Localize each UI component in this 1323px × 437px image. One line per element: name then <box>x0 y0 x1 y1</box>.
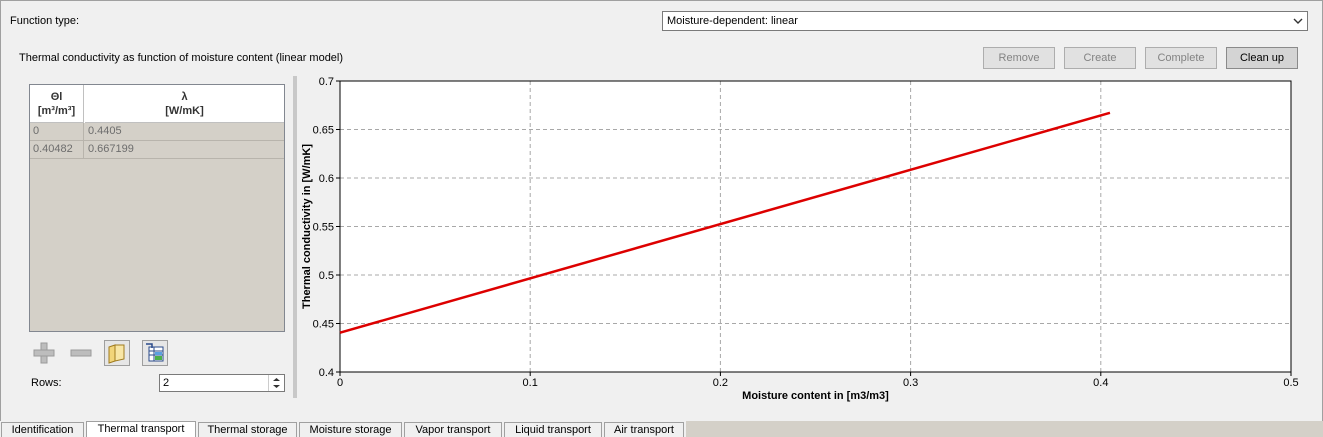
y-tick-label: 0.6 <box>319 173 334 185</box>
y-tick-label: 0.65 <box>313 125 334 137</box>
column-header-symbol: λ <box>181 91 188 103</box>
tab-thermal-transport[interactable]: Thermal transport <box>86 421 196 437</box>
tab-liquid-transport[interactable]: Liquid transport <box>504 422 602 437</box>
table-row[interactable]: 0.40482 0.667199 <box>30 141 284 159</box>
column-header-unit: [W/mK] <box>165 105 204 117</box>
tab-vapor-transport[interactable]: Vapor transport <box>404 422 502 437</box>
column-header-unit: [m³/m³] <box>37 105 76 117</box>
complete-button[interactable]: Complete <box>1145 47 1217 69</box>
table-cell[interactable]: 0.667199 <box>85 141 284 158</box>
function-type-label: Function type: <box>10 15 80 27</box>
column-header-moisture[interactable]: Θl [m³/m³] <box>30 85 84 123</box>
clean-up-button[interactable]: Clean up <box>1226 47 1298 69</box>
remove-row-icon[interactable] <box>68 340 94 366</box>
spin-arrows[interactable] <box>268 375 284 391</box>
x-axis-label: Moisture content in [m3/m3] <box>742 390 889 402</box>
table-cell[interactable]: 0.40482 <box>30 141 84 158</box>
y-tick-label: 0.45 <box>313 319 334 331</box>
x-tick-label: 0.5 <box>1283 377 1298 389</box>
y-tick-label: 0.5 <box>319 270 334 282</box>
y-axis-label: Thermal conductivity in [W/mK] <box>301 144 313 309</box>
y-tick-label: 0.7 <box>319 76 334 88</box>
rows-spinbox[interactable]: 2 <box>159 374 285 392</box>
x-tick-label: 0.1 <box>523 377 538 389</box>
x-tick-label: 0 <box>337 377 343 389</box>
function-type-combobox[interactable]: Moisture-dependent: linear <box>662 11 1308 31</box>
tab-bar-fill <box>686 421 1323 437</box>
y-tick-label: 0.55 <box>313 222 334 234</box>
rows-value: 2 <box>163 377 170 389</box>
x-tick-label: 0.4 <box>1093 377 1108 389</box>
tab-identification[interactable]: Identification <box>1 422 84 437</box>
y-tick-label: 0.4 <box>319 367 334 379</box>
column-header-lambda[interactable]: λ [W/mK] <box>85 85 284 123</box>
chevron-down-icon <box>1293 18 1303 24</box>
open-folder-icon[interactable] <box>104 340 130 366</box>
tab-bar: Identification Thermal transport Thermal… <box>0 421 1323 437</box>
table-header: Θl [m³/m³] λ [W/mK] <box>30 85 284 123</box>
table-cell[interactable]: 0 <box>30 123 84 140</box>
tab-thermal-storage[interactable]: Thermal storage <box>198 422 297 437</box>
remove-button[interactable]: Remove <box>983 47 1055 69</box>
add-row-icon[interactable] <box>31 340 57 366</box>
x-tick-label: 0.2 <box>713 377 728 389</box>
tab-air-transport[interactable]: Air transport <box>604 422 684 437</box>
tab-moisture-storage[interactable]: Moisture storage <box>299 422 402 437</box>
create-button[interactable]: Create <box>1064 47 1136 69</box>
function-type-value: Moisture-dependent: linear <box>667 15 798 27</box>
column-header-symbol: Θl <box>50 91 63 103</box>
thermal-conductivity-chart: 0 0.1 0.2 0.3 0.4 0.5 0.4 0.45 0.5 0.55 0.6 0.65 0.7… <box>301 76 1299 402</box>
table-cell[interactable]: 0.4405 <box>85 123 284 140</box>
spin-up-down-icon[interactable] <box>269 375 284 391</box>
section-title: Thermal conductivity as function of mois… <box>19 52 344 64</box>
rows-label: Rows: <box>31 377 62 389</box>
table-row[interactable]: 0 0.4405 <box>30 123 284 141</box>
x-tick-label: 0.3 <box>903 377 918 389</box>
data-table[interactable]: Θl [m³/m³] λ [W/mK] 0 0.4405 0.40482 0.6… <box>29 84 285 332</box>
import-table-icon[interactable] <box>142 340 168 366</box>
